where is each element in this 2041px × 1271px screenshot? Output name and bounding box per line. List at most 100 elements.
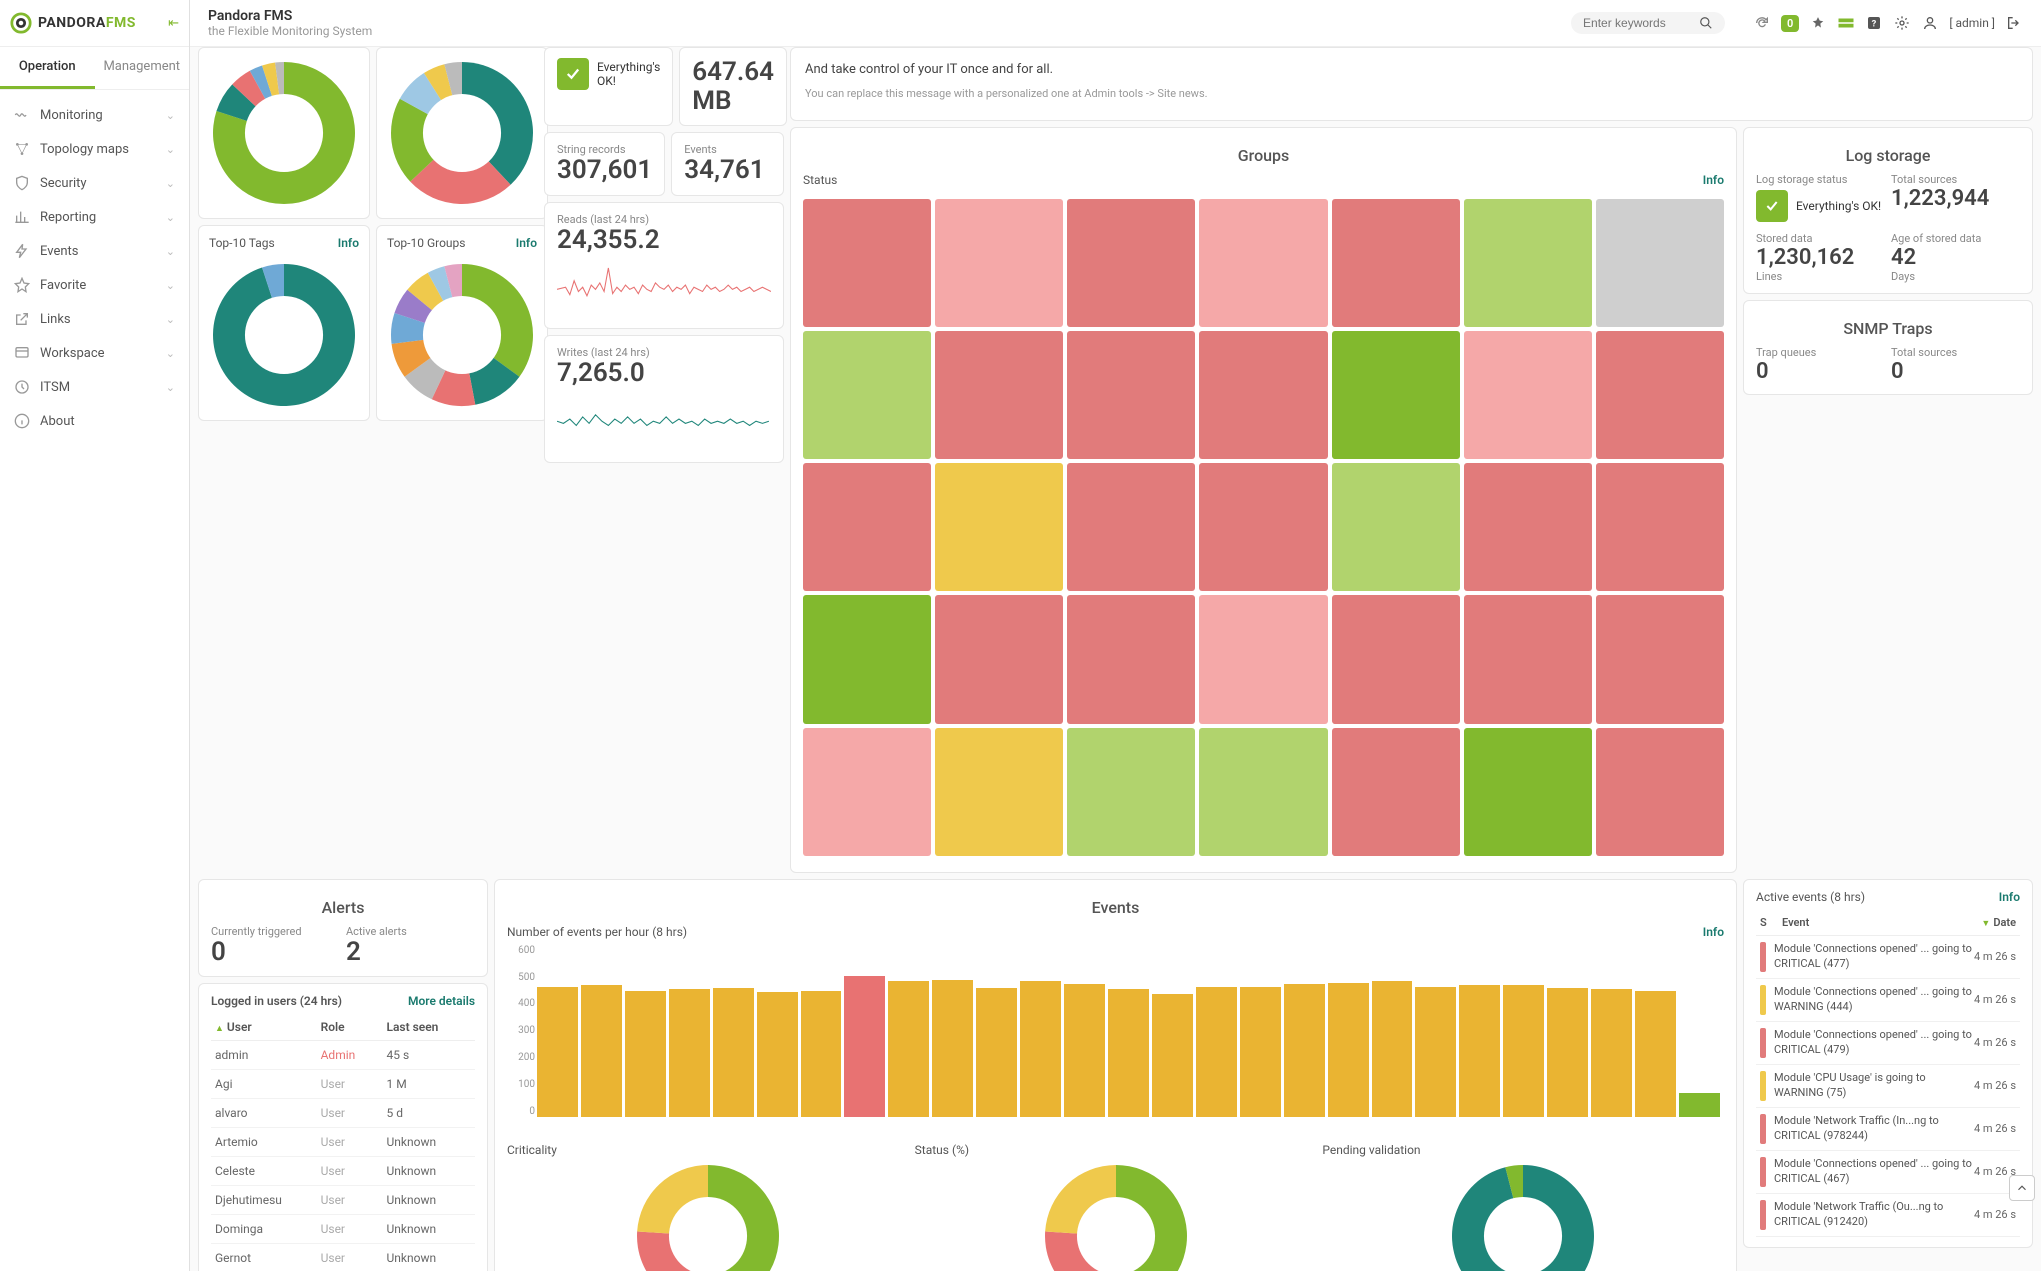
group-cell[interactable] xyxy=(1332,331,1460,459)
scroll-top-button[interactable] xyxy=(2009,1175,2035,1201)
sidebar-item-workspace[interactable]: Workspace⌄ xyxy=(0,336,189,370)
group-cell[interactable] xyxy=(1596,331,1724,459)
sidebar-item-events[interactable]: Events⌄ xyxy=(0,234,189,268)
group-cell[interactable] xyxy=(1596,595,1724,723)
event-row[interactable]: Module 'CPU Usage' is going to WARNING (… xyxy=(1756,1065,2020,1108)
sidebar-item-security[interactable]: Security⌄ xyxy=(0,166,189,200)
bar[interactable] xyxy=(669,989,710,1116)
bar[interactable] xyxy=(932,980,973,1117)
bar[interactable] xyxy=(801,991,842,1117)
sidebar-item-monitoring[interactable]: Monitoring⌄ xyxy=(0,98,189,132)
group-cell[interactable] xyxy=(1596,728,1724,856)
group-cell[interactable] xyxy=(1067,331,1195,459)
group-cell[interactable] xyxy=(1199,463,1327,591)
groups-heatmap[interactable] xyxy=(803,193,1724,862)
event-row[interactable]: Module 'Network Traffic (In...ng to CRIT… xyxy=(1756,1108,2020,1151)
group-cell[interactable] xyxy=(1067,199,1195,327)
group-cell[interactable] xyxy=(803,595,931,723)
table-row[interactable]: ArtemioUserUnknown xyxy=(211,1128,475,1157)
bar[interactable] xyxy=(976,988,1017,1117)
event-row[interactable]: Module 'Connections opened' ... going to… xyxy=(1756,1151,2020,1194)
bar[interactable] xyxy=(1503,985,1544,1116)
group-cell[interactable] xyxy=(1199,728,1327,856)
group-cell[interactable] xyxy=(1332,728,1460,856)
event-row[interactable]: Module 'Connections opened' ... going to… xyxy=(1756,1022,2020,1065)
group-cell[interactable] xyxy=(1067,595,1195,723)
bar[interactable] xyxy=(1459,985,1500,1116)
bar[interactable] xyxy=(1284,984,1325,1117)
bar[interactable] xyxy=(625,991,666,1117)
user-icon[interactable] xyxy=(1921,14,1939,32)
event-row[interactable]: Module 'Connections opened' ... going to… xyxy=(1756,936,2020,979)
bar[interactable] xyxy=(1547,988,1588,1117)
table-row[interactable]: GernotUserUnknown xyxy=(211,1244,475,1271)
bar[interactable] xyxy=(1064,984,1105,1117)
group-cell[interactable] xyxy=(1332,199,1460,327)
group-cell[interactable] xyxy=(803,331,931,459)
bar[interactable] xyxy=(1152,994,1193,1117)
sidebar-item-topology-maps[interactable]: Topology maps⌄ xyxy=(0,132,189,166)
bar[interactable] xyxy=(757,992,798,1117)
group-cell[interactable] xyxy=(1199,595,1327,723)
group-cell[interactable] xyxy=(935,331,1063,459)
table-row[interactable]: AgiUser1 M xyxy=(211,1070,475,1099)
table-row[interactable]: CelesteUserUnknown xyxy=(211,1157,475,1186)
table-row[interactable]: DjehutimesuUserUnknown xyxy=(211,1186,475,1215)
group-cell[interactable] xyxy=(1067,728,1195,856)
gear-icon[interactable] xyxy=(1893,14,1911,32)
bar[interactable] xyxy=(713,988,754,1117)
group-cell[interactable] xyxy=(1464,728,1592,856)
table-row[interactable]: DomingaUserUnknown xyxy=(211,1215,475,1244)
group-cell[interactable] xyxy=(1464,331,1592,459)
group-cell[interactable] xyxy=(1464,199,1592,327)
search-box[interactable] xyxy=(1571,12,1725,34)
group-cell[interactable] xyxy=(1596,199,1724,327)
tab-operation[interactable]: Operation xyxy=(0,47,95,89)
bar[interactable] xyxy=(888,981,929,1117)
table-row[interactable]: alvaroUser5 d xyxy=(211,1099,475,1128)
event-row[interactable]: Module 'Connections opened' ... going to… xyxy=(1756,979,2020,1022)
active-events-info-link[interactable]: Info xyxy=(1999,890,2020,904)
group-cell[interactable] xyxy=(935,728,1063,856)
group-cell[interactable] xyxy=(1464,463,1592,591)
sidebar-item-favorite[interactable]: Favorite⌄ xyxy=(0,268,189,302)
group-cell[interactable] xyxy=(1199,331,1327,459)
groups-info-link[interactable]: Info xyxy=(1703,173,1724,187)
bar[interactable] xyxy=(844,976,885,1117)
username-label[interactable]: [ admin ] xyxy=(1949,16,1995,30)
group-cell[interactable] xyxy=(935,463,1063,591)
group-cell[interactable] xyxy=(935,199,1063,327)
bar[interactable] xyxy=(1020,981,1061,1117)
pin-icon[interactable] xyxy=(1809,14,1827,32)
top-groups-info-link[interactable]: Info xyxy=(516,236,537,250)
group-cell[interactable] xyxy=(1596,463,1724,591)
sidebar-item-about[interactable]: About xyxy=(0,404,189,438)
bar[interactable] xyxy=(1415,987,1456,1117)
more-details-link[interactable]: More details xyxy=(408,994,475,1008)
table-row[interactable]: adminAdmin45 s xyxy=(211,1041,475,1070)
bar[interactable] xyxy=(1108,989,1149,1116)
group-cell[interactable] xyxy=(803,199,931,327)
group-cell[interactable] xyxy=(1332,595,1460,723)
group-cell[interactable] xyxy=(1332,463,1460,591)
group-cell[interactable] xyxy=(1464,595,1592,723)
help-icon[interactable]: ? xyxy=(1865,14,1883,32)
bar[interactable] xyxy=(1591,989,1632,1116)
group-cell[interactable] xyxy=(803,463,931,591)
bar[interactable] xyxy=(1635,991,1676,1117)
bar[interactable] xyxy=(581,985,622,1116)
group-cell[interactable] xyxy=(935,595,1063,723)
sidebar-item-itsm[interactable]: ITSM⌄ xyxy=(0,370,189,404)
top-tags-info-link[interactable]: Info xyxy=(338,236,359,250)
logout-icon[interactable] xyxy=(2005,14,2023,32)
bar[interactable] xyxy=(1372,981,1413,1117)
notification-badge[interactable]: 0 xyxy=(1781,15,1799,32)
sidebar-collapse-icon[interactable]: ⇤ xyxy=(168,16,179,31)
logo[interactable]: PANDORAFMS ⇤ xyxy=(0,0,189,47)
sidebar-item-links[interactable]: Links⌄ xyxy=(0,302,189,336)
bar[interactable] xyxy=(537,987,578,1117)
group-cell[interactable] xyxy=(803,728,931,856)
search-input[interactable] xyxy=(1583,16,1693,30)
bar[interactable] xyxy=(1240,987,1281,1117)
group-cell[interactable] xyxy=(1067,463,1195,591)
